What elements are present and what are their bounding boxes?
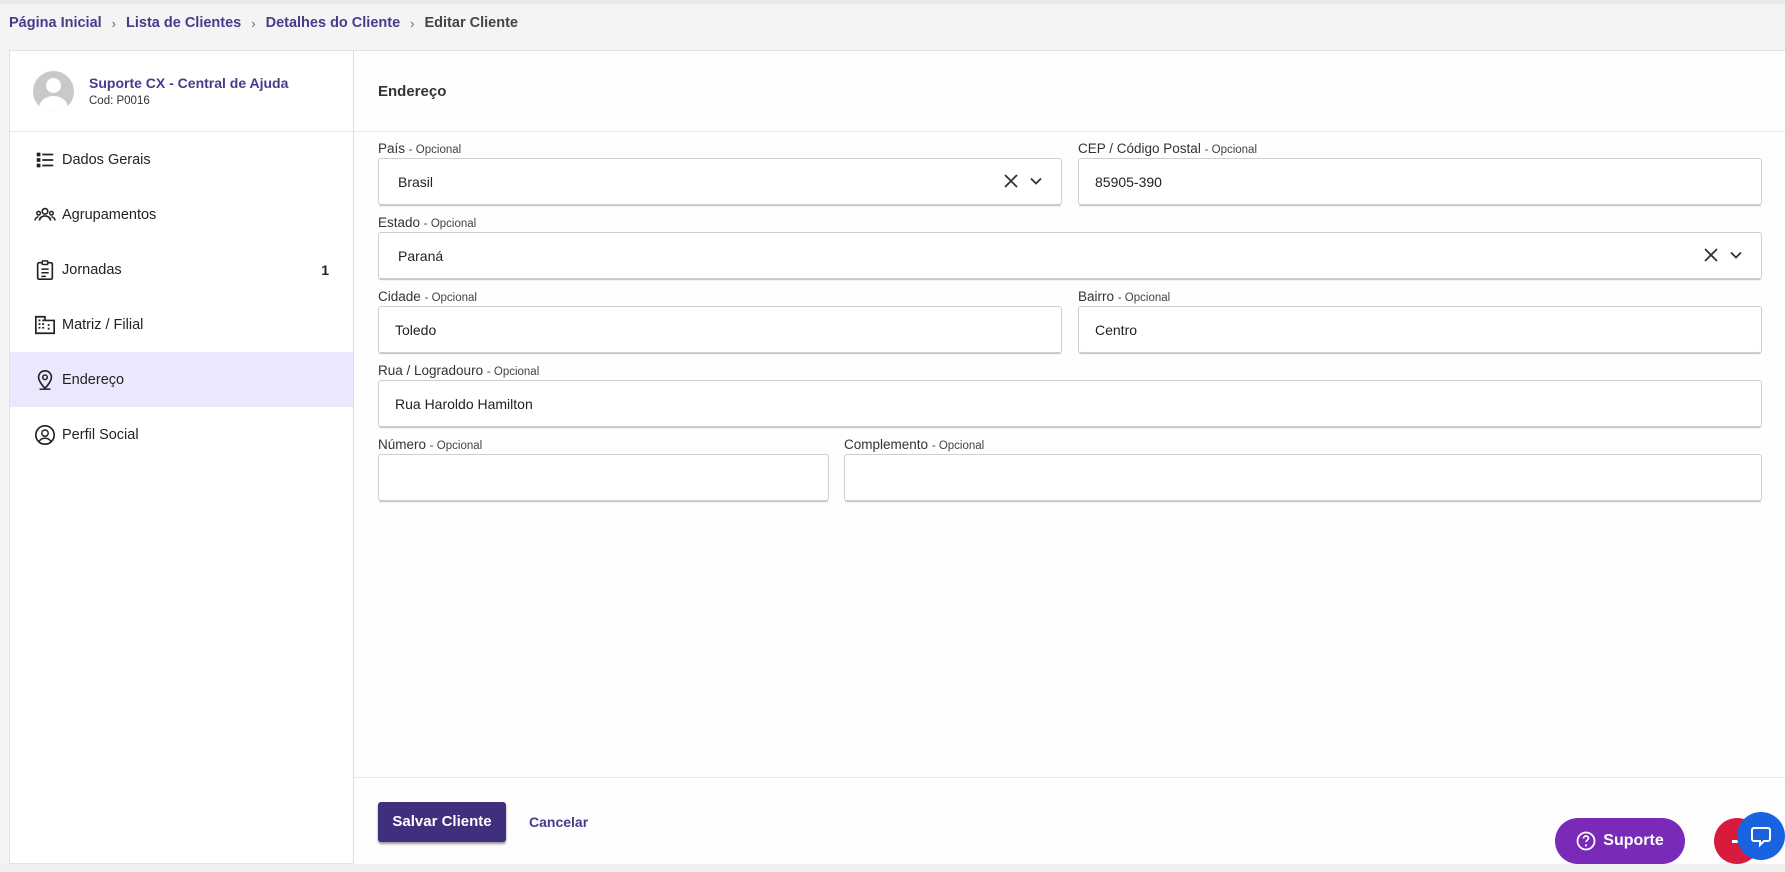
sidebar-item-dados-gerais[interactable]: Dados Gerais [10,132,353,187]
street-label: Rua / Logradouro [378,363,484,378]
close-icon[interactable] [1003,173,1019,189]
support-label: Suporte [1603,832,1664,849]
breadcrumb-client-details[interactable]: Detalhes do Cliente [266,15,401,31]
chevron-down-icon[interactable] [1729,248,1743,262]
cep-value: 85905-390 [1095,173,1162,190]
sidebar-item-jornadas[interactable]: Jornadas 1 [10,242,353,297]
chevron-right-icon: › [251,15,256,31]
country-select[interactable]: Brasil [378,158,1062,205]
neighborhood-value: Centro [1095,321,1138,338]
chevron-down-icon[interactable] [1029,174,1043,188]
street-field: Rua / Logradouro - Opcional Rua Haroldo … [378,363,1762,427]
city-input[interactable]: Toledo [378,306,1062,353]
state-label: Estado [378,215,421,230]
breadcrumb-client-list[interactable]: Lista de Clientes [126,15,241,31]
section-title: Endereço [354,51,1785,132]
city-value: Toledo [395,321,437,338]
optional-hint: - Opcional [423,218,477,230]
optional-hint: - Opcional [1204,144,1258,156]
optional-hint: - Opcional [424,292,477,304]
state-value: Paraná [398,247,444,264]
profile-header: Suporte CX - Central de Ajuda Cod: P0016 [10,51,353,132]
chevron-right-icon: › [111,15,117,31]
city-label: Cidade [378,289,421,304]
neighborhood-field: Bairro - Opcional Centro [1078,289,1762,353]
optional-hint: - Opcional [429,440,483,452]
list-icon [36,152,54,167]
sidebar-item-label: Perfil Social [62,426,139,443]
city-field: Cidade - Opcional Toledo [378,289,1062,353]
optional-hint: - Opcional [1117,292,1171,304]
sidebar-item-label: Jornadas [62,261,122,278]
cancel-button[interactable]: Cancelar [529,814,588,830]
support-button[interactable]: Suporte [1555,818,1685,864]
country-field: País - Opcional Brasil [378,141,1062,205]
cep-input[interactable]: 85905-390 [1078,158,1762,205]
street-input[interactable]: Rua Haroldo Hamilton [378,380,1762,427]
state-field: Estado - Opcional Paraná [378,215,1762,279]
complement-input[interactable] [844,454,1762,501]
number-label: Número [378,437,427,452]
optional-hint: - Opcional [931,440,985,452]
profile-name: Suporte CX - Central de Ajuda [89,75,289,91]
avatar [33,70,74,112]
sidebar-item-label: Agrupamentos [62,206,157,223]
complement-field: Complemento - Opcional [844,437,1762,501]
group-icon [34,207,56,221]
top-strip [0,0,1785,4]
main-panel: Endereço País - Opcional Brasil CEP / Có… [354,50,1785,864]
sidebar-item-perfil-social[interactable]: Perfil Social [10,407,353,462]
chevron-right-icon: › [410,15,415,31]
sidebar-item-label: Dados Gerais [62,151,151,168]
chat-button[interactable] [1737,812,1785,860]
cep-label: CEP / Código Postal [1078,141,1201,156]
location-pin-icon [37,369,53,390]
sidebar-item-matriz-filial[interactable]: Matriz / Filial [10,297,353,352]
close-icon[interactable] [1703,247,1719,263]
clipboard-icon [36,259,54,280]
street-value: Rua Haroldo Hamilton [395,395,533,412]
sidebar-item-endereco[interactable]: Endereço [10,352,353,407]
neighborhood-input[interactable]: Centro [1078,306,1762,353]
sidebar-item-agrupamentos[interactable]: Agrupamentos [10,187,353,242]
optional-hint: - Opcional [408,144,462,156]
state-select[interactable]: Paraná [378,232,1762,279]
neighborhood-label: Bairro [1078,289,1115,304]
country-label: País [378,141,406,156]
account-circle-icon [35,424,55,445]
chat-icon [1751,827,1771,848]
country-value: Brasil [398,173,434,190]
profile-code: Cod: P0016 [89,95,150,107]
number-input[interactable] [378,454,829,501]
building-icon [35,315,55,334]
number-field: Número - Opcional [378,437,829,501]
save-client-button[interactable]: Salvar Cliente [378,801,506,842]
sidebar-item-label: Matriz / Filial [62,316,144,333]
jornadas-count-badge: 1 [321,261,329,278]
cep-field: CEP / Código Postal - Opcional 85905-390 [1078,141,1762,205]
bottom-strip [0,864,1785,872]
breadcrumb-current: Editar Cliente [424,15,518,31]
sidebar-nav: Dados Gerais Agrupamentos Jornadas 1 Mat… [10,132,353,462]
breadcrumb: Página Inicial › Lista de Clientes › Det… [9,13,518,33]
complement-label: Complemento [844,437,929,452]
breadcrumb-home[interactable]: Página Inicial [9,15,102,31]
optional-hint: - Opcional [486,366,540,378]
sidebar-item-label: Endereço [62,371,125,388]
help-circle-icon [1576,831,1596,851]
sidebar: Suporte CX - Central de Ajuda Cod: P0016… [9,50,354,864]
